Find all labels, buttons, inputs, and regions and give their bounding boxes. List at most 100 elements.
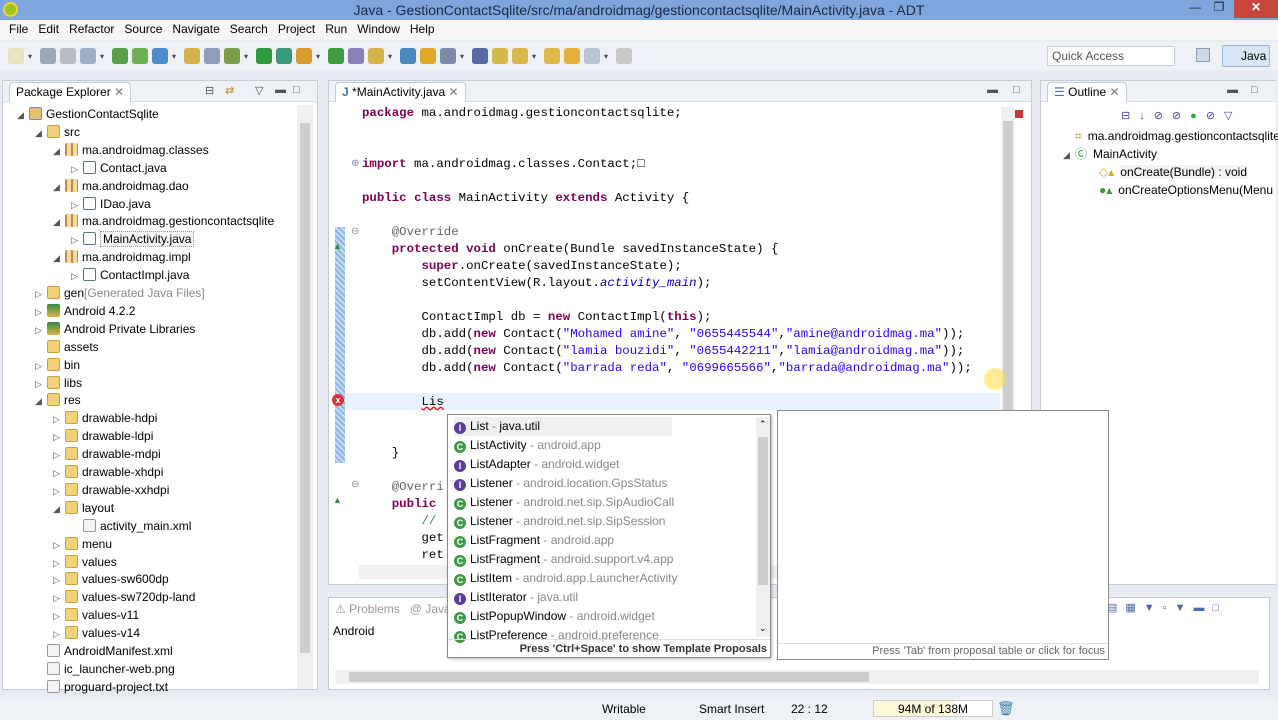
quick-access-input[interactable]: Quick Access: [1047, 46, 1175, 66]
forward-icon[interactable]: [584, 48, 600, 64]
proposal-item[interactable]: I ListAdapter - android.widget: [454, 455, 619, 474]
collapsed-arrow-icon[interactable]: ▷: [53, 589, 65, 607]
tab-outline[interactable]: ☰ Outline ✕: [1047, 82, 1127, 102]
tree-item[interactable]: ▷ libs: [35, 374, 82, 392]
proposal-item[interactable]: I ListIterator - java.util: [454, 588, 578, 607]
search-icon[interactable]: [368, 48, 384, 64]
collapsed-arrow-icon[interactable]: ▷: [35, 357, 47, 375]
code-line[interactable]: ret: [362, 547, 443, 564]
tree-item[interactable]: ◢ ma.androidmag.impl: [53, 248, 191, 266]
tab-javadoc[interactable]: @ Java: [410, 602, 451, 616]
tree-item[interactable]: ▷ drawable-hdpi: [53, 409, 157, 427]
dropdown-arrow-icon[interactable]: ▾: [28, 52, 36, 61]
link-with-editor-icon[interactable]: ⇄: [225, 84, 234, 97]
minimize-view-icon[interactable]: ▬: [275, 84, 286, 96]
expanded-arrow-icon[interactable]: ◢: [53, 178, 65, 196]
outline-toolbar-icons[interactable]: ⊟↓⊘⊘●⊘▽: [1121, 109, 1242, 122]
print-icon[interactable]: [80, 48, 96, 64]
tree-item[interactable]: ▷ drawable-ldpi: [53, 427, 153, 445]
new-icon[interactable]: [8, 48, 24, 64]
previous-annotation-icon[interactable]: [512, 48, 528, 64]
code-line[interactable]: ContactImpl db = new ContactImpl(this);: [362, 309, 711, 326]
tree-item[interactable]: ▷ Android 4.2.2: [35, 302, 135, 320]
code-line[interactable]: import ma.androidmag.classes.Contact;□: [362, 156, 645, 173]
maximize-view-icon[interactable]: □: [1251, 84, 1258, 96]
maximize-view-icon[interactable]: □: [293, 84, 300, 96]
dropdown-arrow-icon[interactable]: ▾: [388, 52, 396, 61]
expand-import-icon[interactable]: ⊕: [351, 158, 359, 169]
code-line[interactable]: db.add(new Contact("lamia bouzidi", "065…: [362, 343, 964, 360]
tree-item[interactable]: ▷ drawable-xhdpi: [53, 463, 163, 481]
code-line[interactable]: setContentView(R.layout.activity_main);: [362, 275, 711, 292]
tree-item[interactable]: ▷ values-sw600dp: [53, 570, 169, 588]
collapsed-arrow-icon[interactable]: ▷: [71, 160, 83, 178]
error-overview-icon[interactable]: [1015, 110, 1023, 118]
tree-item[interactable]: ▷ menu: [53, 535, 112, 553]
tree-item[interactable]: ▷ ContactImpl.java: [71, 266, 189, 284]
collapsed-arrow-icon[interactable]: ▷: [35, 285, 47, 303]
dropdown-arrow-icon[interactable]: ▾: [604, 52, 612, 61]
dropdown-arrow-icon[interactable]: ▾: [172, 52, 180, 61]
tree-item[interactable]: ▷ drawable-xxhdpi: [53, 481, 169, 499]
tab-mainactivity-java[interactable]: J *MainActivity.java ✕: [335, 82, 466, 102]
new-android-project-icon[interactable]: [184, 48, 200, 64]
minimize-button[interactable]: —: [1186, 0, 1204, 18]
dropdown-arrow-icon[interactable]: ▾: [532, 52, 540, 61]
expanded-arrow-icon[interactable]: ◢: [53, 213, 65, 231]
view-menu-icon[interactable]: ▽: [255, 84, 263, 97]
close-button[interactable]: ✕: [1234, 0, 1278, 18]
tree-item[interactable]: proguard-project.txt: [35, 678, 168, 696]
outline-item[interactable]: ●▴ onCreateOptionsMenu(Menu: [1099, 181, 1273, 199]
collapsed-arrow-icon[interactable]: ▷: [53, 428, 65, 446]
tree-item[interactable]: ◢ layout: [53, 499, 114, 517]
new-java-class-icon[interactable]: [328, 48, 344, 64]
menu-refactor[interactable]: Refactor: [64, 20, 119, 40]
tree-item[interactable]: ic_launcher-web.png: [35, 660, 175, 678]
tree-item[interactable]: ▷ IDao.java: [71, 195, 151, 213]
error-marker-icon[interactable]: x: [332, 394, 344, 406]
collapsed-arrow-icon[interactable]: ▷: [53, 571, 65, 589]
tree-item[interactable]: ▷ drawable-mdpi: [53, 445, 161, 463]
proposal-item[interactable]: C ListFragment - android.support.v4.app: [454, 550, 673, 569]
code-line[interactable]: protected void onCreate(Bundle savedInst…: [362, 241, 779, 258]
tree-item[interactable]: ▷ Android Private Libraries: [35, 320, 195, 338]
code-line[interactable]: @Overri: [362, 479, 444, 496]
dropdown-arrow-icon[interactable]: ▾: [460, 52, 468, 61]
proposal-scrollbar[interactable]: ⌃ ⌄: [756, 417, 770, 637]
toggle-mark-occurrences-icon[interactable]: [400, 48, 416, 64]
collapsed-arrow-icon[interactable]: ▷: [35, 321, 47, 339]
collapsed-arrow-icon[interactable]: ▷: [71, 196, 83, 214]
collapsed-arrow-icon[interactable]: ▷: [71, 231, 83, 249]
show-whitespace-icon[interactable]: [472, 48, 488, 64]
outline-item[interactable]: ◢ Ⓒ MainActivity: [1063, 145, 1157, 163]
save-icon[interactable]: [40, 48, 56, 64]
toggle-breakpoint-icon[interactable]: [204, 48, 220, 64]
toggle-highlight-icon[interactable]: [420, 48, 436, 64]
tree-item[interactable]: ▷ values-v14: [53, 624, 140, 642]
dropdown-arrow-icon[interactable]: ▾: [316, 52, 324, 61]
tree-item[interactable]: ◢ res: [35, 391, 81, 409]
collapse-all-icon[interactable]: ⊟: [205, 84, 214, 97]
collapsed-arrow-icon[interactable]: ▷: [53, 607, 65, 625]
collapse-method-icon[interactable]: ⊖: [351, 479, 359, 490]
expanded-arrow-icon[interactable]: ◢: [35, 124, 47, 142]
dropdown-arrow-icon[interactable]: ▾: [100, 52, 108, 61]
menu-project[interactable]: Project: [273, 20, 320, 40]
menu-window[interactable]: Window: [352, 20, 405, 40]
open-type-icon[interactable]: [348, 48, 364, 64]
tree-item[interactable]: ▷ values: [53, 553, 117, 571]
last-edit-icon[interactable]: [544, 48, 560, 64]
tree-item[interactable]: ▷ values-v11: [53, 606, 139, 624]
expanded-arrow-icon[interactable]: ◢: [1063, 146, 1075, 164]
collapsed-arrow-icon[interactable]: ▷: [53, 536, 65, 554]
bottom-row-android[interactable]: Android: [333, 624, 374, 638]
collapse-method-icon[interactable]: ⊖: [351, 226, 359, 237]
code-line[interactable]: }: [362, 445, 399, 462]
code-line[interactable]: super.onCreate(savedInstanceState);: [362, 258, 682, 275]
code-line[interactable]: public: [362, 496, 444, 513]
proposal-item[interactable]: C Listener - android.net.sip.SipSession: [454, 512, 665, 531]
tree-item[interactable]: ◢ ma.androidmag.dao: [53, 177, 189, 195]
close-icon[interactable]: ✕: [1109, 85, 1119, 99]
java-perspective-button[interactable]: Java: [1222, 45, 1270, 67]
open-perspective-icon[interactable]: [1196, 48, 1210, 62]
